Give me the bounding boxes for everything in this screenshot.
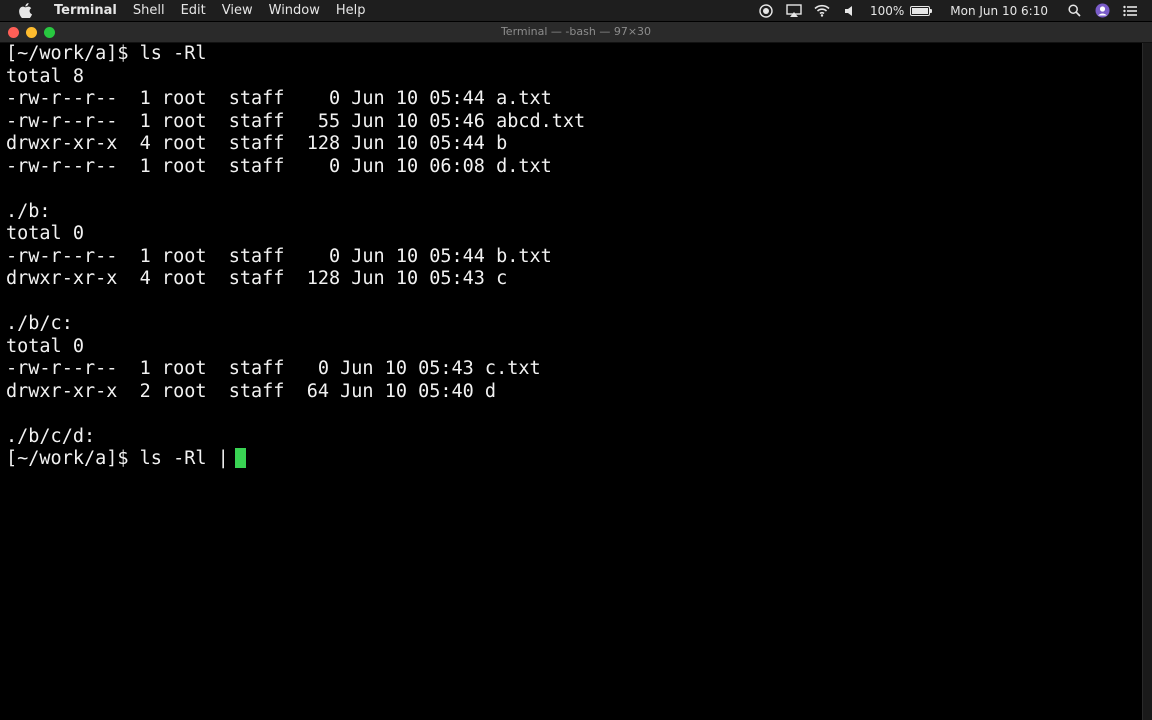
menu-shell[interactable]: Shell: [125, 0, 173, 22]
minimize-window-button[interactable]: [26, 26, 37, 38]
menu-help[interactable]: Help: [328, 0, 374, 22]
terminal-line: -rw-r--r-- 1 root staff 0 Jun 10 05:43 c…: [6, 358, 541, 379]
terminal-line: -rw-r--r-- 1 root staff 0 Jun 10 05:44 a…: [6, 88, 552, 109]
terminal-prompt-line[interactable]: [~/work/a]$ ls -Rl |: [6, 448, 1142, 471]
window-title: Terminal — -bash — 97×30: [500, 25, 652, 38]
airplay-icon[interactable]: [786, 3, 802, 19]
terminal-line: total 8: [6, 65, 84, 87]
volume-icon[interactable]: [842, 3, 858, 19]
terminal-line: -rw-r--r-- 1 root staff 0 Jun 10 05:44 b…: [6, 245, 552, 267]
terminal-line: drwxr-xr-x 4 root staff 128 Jun 10 05:44…: [6, 133, 508, 154]
menu-edit[interactable]: Edit: [173, 0, 214, 22]
terminal-cursor: [234, 448, 246, 468]
terminal-window: Terminal — -bash — 97×30 [~/work/a]$ ls …: [0, 22, 1152, 720]
terminal-line: drwxr-xr-x 2 root staff 64 Jun 10 05:40 …: [6, 380, 497, 402]
screen-record-icon[interactable]: [758, 3, 774, 19]
apple-icon[interactable]: [18, 3, 32, 19]
traffic-lights: [8, 26, 62, 38]
window-titlebar[interactable]: Terminal — -bash — 97×30: [0, 22, 1152, 43]
menu-bar: Terminal Shell Edit View Window Help 100…: [0, 0, 1152, 22]
terminal-line: -rw-r--r-- 1 root staff 55 Jun 10 05:46 …: [6, 110, 586, 132]
battery-icon: [910, 5, 933, 16]
terminal-line: [~/work/a]$ ls -Rl: [6, 43, 207, 64]
menu-view[interactable]: View: [214, 0, 261, 22]
wifi-icon[interactable]: [814, 3, 830, 19]
terminal-line: ./b/c/d:: [6, 425, 96, 447]
terminal-line: ./b/c:: [6, 313, 73, 334]
notification-center-icon[interactable]: [1122, 3, 1138, 19]
close-window-button[interactable]: [8, 26, 19, 38]
battery-fill: [912, 7, 929, 14]
terminal-scrollbar[interactable]: [1142, 43, 1152, 720]
terminal-line: drwxr-xr-x 4 root staff 128 Jun 10 05:43…: [6, 268, 508, 289]
menu-window[interactable]: Window: [261, 0, 328, 22]
terminal-line: ./b:: [6, 200, 51, 222]
terminal-line: total 0: [6, 335, 84, 357]
menu-app-terminal[interactable]: Terminal: [46, 0, 125, 22]
user-avatar-icon[interactable]: [1094, 3, 1110, 19]
clock[interactable]: Mon Jun 10 6:10: [950, 4, 1048, 18]
spotlight-search-icon[interactable]: [1066, 3, 1082, 19]
zoom-window-button[interactable]: [44, 26, 55, 38]
terminal-line: total 0: [6, 223, 84, 244]
battery-percent: 100%: [869, 3, 905, 18]
terminal-output[interactable]: [~/work/a]$ ls -Rl total 8 -rw-r--r-- 1 …: [0, 43, 1142, 720]
prompt-command-text: [~/work/a]$ ls -Rl |: [6, 448, 229, 469]
battery-tip: [930, 8, 933, 13]
battery-indicator[interactable]: 100%: [869, 3, 933, 18]
terminal-line: -rw-r--r-- 1 root staff 0 Jun 10 06:08 d…: [6, 155, 552, 177]
